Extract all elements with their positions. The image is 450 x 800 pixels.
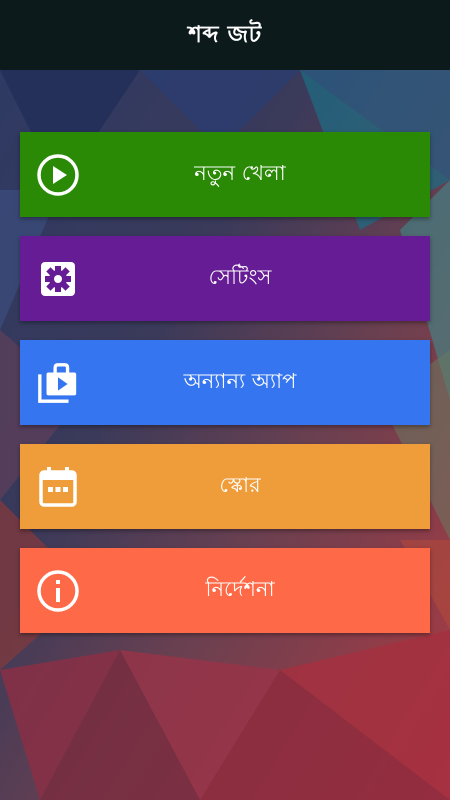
other-apps-button[interactable]: অন্যান্য অ্যাপ bbox=[20, 340, 430, 425]
settings-gear-icon bbox=[36, 257, 80, 301]
score-button[interactable]: স্কোর bbox=[20, 444, 430, 529]
app-store-icon bbox=[36, 361, 80, 405]
instructions-button[interactable]: নির্দেশনা bbox=[20, 548, 430, 633]
score-label: স্কোর bbox=[219, 473, 261, 497]
new-game-button[interactable]: নতুন খেলা bbox=[20, 132, 430, 217]
app-title: শব্দ জট bbox=[188, 21, 262, 48]
settings-button[interactable]: সেটিংস bbox=[20, 236, 430, 321]
app-screen: শব্দ জট নতুন খেলা সেটিংস অন্যান্য অ্যাপ … bbox=[0, 0, 450, 800]
instructions-label: নির্দেশনা bbox=[205, 577, 275, 601]
calendar-icon bbox=[36, 465, 80, 509]
main-menu: নতুন খেলা সেটিংস অন্যান্য অ্যাপ স্কোর নি… bbox=[20, 132, 430, 652]
other-apps-label: অন্যান্য অ্যাপ bbox=[183, 369, 297, 393]
app-header: শব্দ জট bbox=[0, 0, 450, 70]
info-icon bbox=[36, 569, 80, 613]
play-circle-icon bbox=[36, 153, 80, 197]
settings-label: সেটিংস bbox=[208, 265, 272, 289]
new-game-label: নতুন খেলা bbox=[194, 161, 286, 185]
